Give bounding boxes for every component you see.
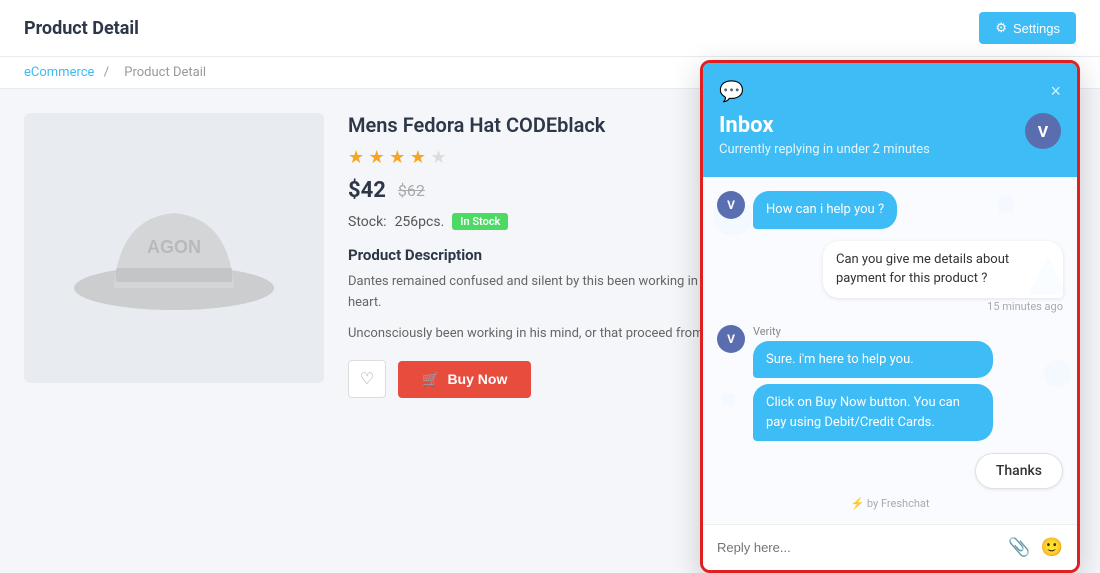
- chat-body: V How can i help you ? Can you give me d…: [703, 177, 1077, 524]
- thanks-row: Thanks: [717, 453, 1063, 489]
- top-bar: Product Detail ⚙ Settings: [0, 0, 1100, 57]
- breadcrumb-link[interactable]: eCommerce: [24, 65, 94, 80]
- reply-input[interactable]: [717, 540, 998, 555]
- chat-header: 💬 × V Inbox Currently replying in under …: [703, 63, 1077, 177]
- breadcrumb-separator: /: [104, 65, 113, 80]
- stock-qty: 256pcs.: [395, 214, 445, 230]
- chat-icon: 💬: [719, 79, 744, 103]
- agent-sender-name: Verity: [753, 325, 993, 338]
- message-meta: 15 minutes ago: [823, 300, 1063, 313]
- message-row-user: Can you give me details about payment fo…: [717, 241, 1063, 313]
- hat-illustration: AGON: [64, 158, 284, 338]
- agent-avatar-1: V: [717, 191, 745, 219]
- in-stock-badge: In Stock: [452, 213, 508, 230]
- buy-now-button[interactable]: 🛒 Buy Now: [398, 361, 531, 398]
- star-3: ★: [389, 147, 405, 168]
- message-row: V How can i help you ?: [717, 191, 1063, 229]
- star-4: ★: [410, 147, 426, 168]
- page-title: Product Detail: [24, 18, 139, 39]
- agent-bubble-3: Click on Buy Now button. You can pay usi…: [753, 384, 993, 441]
- heart-icon: ♡: [360, 369, 374, 389]
- chat-close-button[interactable]: ×: [1050, 81, 1061, 102]
- breadcrumb-current: Product Detail: [124, 65, 206, 80]
- chat-subtitle: Currently replying in under 2 minutes: [719, 142, 1061, 157]
- price-old: $62: [398, 181, 425, 200]
- star-5-empty: ★: [430, 147, 446, 168]
- product-image: AGON: [24, 113, 324, 383]
- agent-bubble-2: Sure. i'm here to help you.: [753, 341, 993, 379]
- star-1: ★: [348, 147, 364, 168]
- chat-header-top: 💬 ×: [719, 79, 1061, 103]
- svg-text:AGON: AGON: [147, 237, 201, 257]
- cart-icon: 🛒: [422, 371, 439, 388]
- thanks-quick-reply[interactable]: Thanks: [975, 453, 1063, 489]
- settings-button[interactable]: ⚙ Settings: [979, 12, 1076, 44]
- chat-widget: 💬 × V Inbox Currently replying in under …: [700, 60, 1080, 573]
- stock-label: Stock:: [348, 214, 387, 230]
- gear-icon: ⚙: [995, 20, 1007, 36]
- emoji-icon[interactable]: 🙂: [1041, 537, 1063, 558]
- freshchat-footer: ⚡ by Freshchat: [717, 489, 1063, 514]
- price-new: $42: [348, 178, 386, 203]
- attach-icon[interactable]: 📎: [1008, 537, 1030, 558]
- message-row-agent-2: V Verity Sure. i'm here to help you. Cli…: [717, 325, 1063, 442]
- chat-agent-avatar: V: [1025, 113, 1061, 149]
- agent-bubble-1: How can i help you ?: [753, 191, 897, 229]
- user-bubble: Can you give me details about payment fo…: [823, 241, 1063, 298]
- wishlist-button[interactable]: ♡: [348, 360, 386, 398]
- chat-input-area: 📎 🙂: [703, 524, 1077, 570]
- chat-title: Inbox: [719, 113, 1061, 138]
- star-2: ★: [369, 147, 385, 168]
- agent-avatar-2: V: [717, 325, 745, 353]
